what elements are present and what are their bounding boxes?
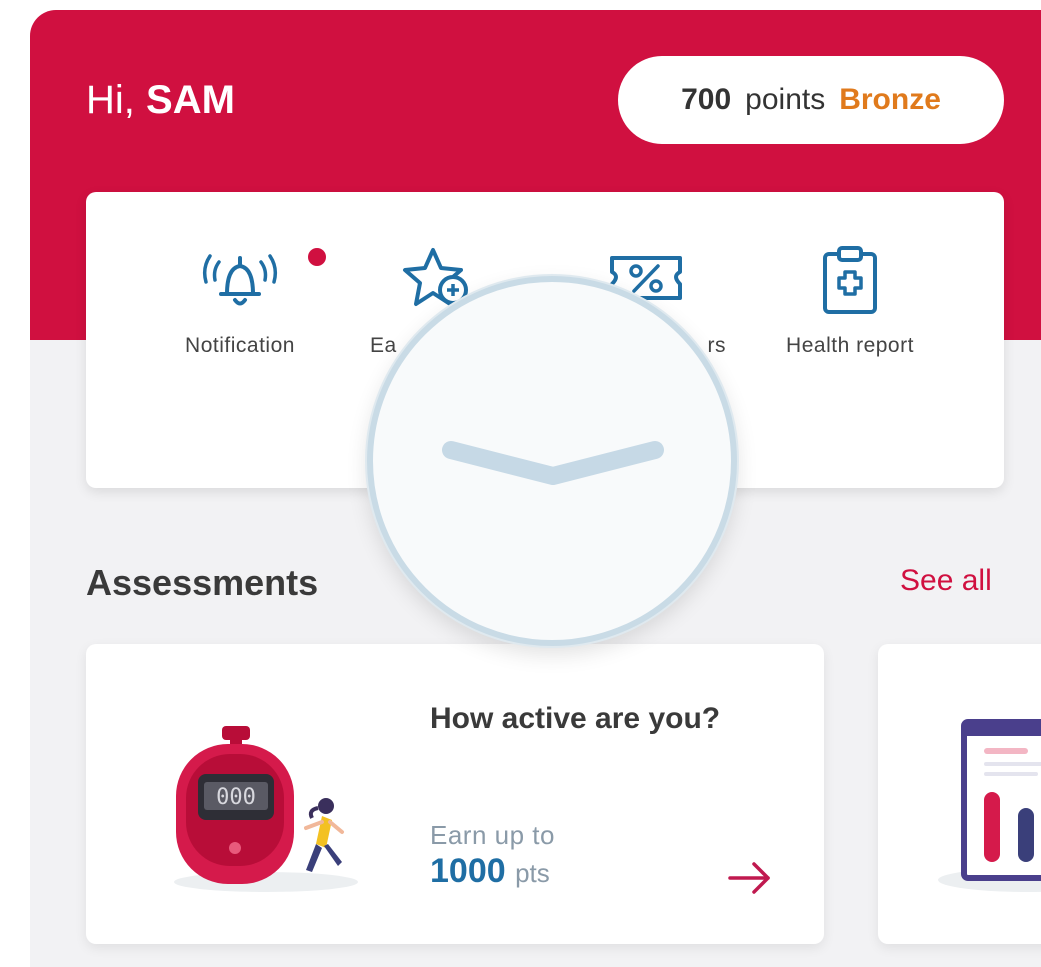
- notification-badge: [308, 248, 326, 266]
- report-chart-illustration: [938, 712, 1041, 917]
- magnifier-overlay: [367, 276, 737, 646]
- greeting: Hi, SAM: [86, 78, 235, 123]
- earn-label: Earn up to: [430, 820, 555, 850]
- quick-action-notification[interactable]: Notification: [150, 244, 330, 358]
- app-screen: Hi, SAM 700 points Bronze Notification E…: [30, 10, 1041, 967]
- quick-action-label: Health report: [786, 334, 914, 357]
- clipboard-medical-icon: [823, 246, 877, 314]
- arrow-right-icon[interactable]: [728, 860, 772, 896]
- assessment-card-partial[interactable]: [878, 644, 1041, 944]
- chevron-down-icon[interactable]: [433, 432, 673, 492]
- assessments-title: Assessments: [86, 562, 319, 603]
- points-label: points: [745, 83, 826, 116]
- points-badge[interactable]: 700 points Bronze: [618, 56, 1004, 144]
- quick-action-health-report[interactable]: Health report: [760, 244, 940, 358]
- quick-action-label: Notification: [185, 334, 295, 357]
- stopwatch-display: 000: [216, 785, 256, 810]
- stopwatch-runner-illustration: 000: [166, 724, 366, 899]
- reward-points-unit: pts: [515, 858, 550, 888]
- assessment-title: How active are you?: [430, 702, 721, 735]
- user-name: SAM: [146, 78, 235, 122]
- tier-label: Bronze: [839, 83, 941, 116]
- assessment-card-activity[interactable]: 000 How active are you? Earn up to 1000 …: [86, 644, 824, 944]
- reward-points-value: 1000: [430, 852, 506, 890]
- see-all-link[interactable]: See all: [900, 564, 992, 598]
- points-value: 700: [681, 83, 732, 116]
- greeting-text: Hi,: [86, 78, 135, 122]
- bell-icon: [202, 254, 278, 306]
- points-reward: 1000 pts: [430, 852, 550, 891]
